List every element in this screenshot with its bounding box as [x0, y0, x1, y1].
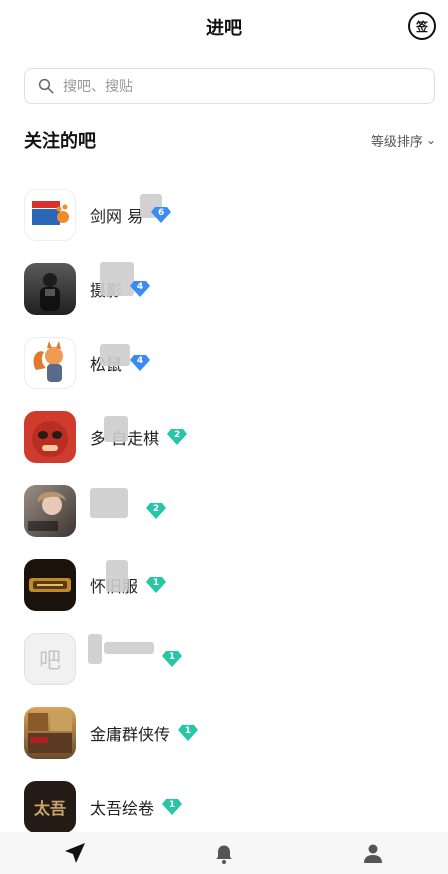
forum-row[interactable]: 怀旧服 1: [0, 548, 448, 622]
forum-name: 剑网 易: [90, 207, 144, 226]
portrait-image-icon: [28, 491, 66, 531]
privacy-blur: [104, 642, 154, 654]
search-placeholder: 搜吧、搜贴: [63, 79, 133, 95]
photographer-image-icon: [40, 273, 60, 311]
forum-row[interactable]: 剑网 易 6: [0, 178, 448, 252]
forum-avatar: 太吾: [24, 781, 76, 833]
privacy-blur: [88, 634, 102, 664]
forum-name: 太吾绘卷: [90, 799, 155, 818]
chevron-down-icon: ⌄: [425, 133, 436, 147]
forum-avatar: [24, 189, 76, 241]
sort-dropdown[interactable]: 等级排序 ⌄: [371, 131, 436, 150]
nav-explore[interactable]: [45, 835, 105, 871]
level-badge: 6: [151, 206, 172, 224]
privacy-blur: [104, 416, 128, 442]
privacy-blur: [106, 560, 128, 592]
nav-notifications[interactable]: [194, 835, 254, 871]
level-badge: 1: [146, 576, 167, 594]
forum-avatar: 吧: [24, 633, 76, 685]
section-title: 关注的吧: [24, 131, 96, 152]
search-icon: [38, 78, 54, 94]
default-avatar-label: 吧: [38, 649, 61, 674]
forum-name: 金庸群侠传: [90, 725, 171, 744]
privacy-blur: [100, 344, 130, 366]
bell-icon: [215, 845, 232, 864]
forum-avatar: [24, 559, 76, 611]
wuxia-collage-icon: [28, 713, 72, 753]
monster-face-icon: [32, 421, 68, 457]
forum-avatar: [24, 707, 76, 759]
sort-label: 等级排序: [370, 134, 423, 150]
squirrel-icon: [33, 341, 63, 382]
followed-forums-header: 关注的吧 等级排序 ⌄: [24, 124, 436, 156]
taiwu-logo-label: 太吾: [33, 799, 66, 818]
forum-avatar: [24, 263, 76, 315]
bottom-navigation: [0, 832, 448, 874]
paw-logo-icon: [32, 201, 69, 225]
privacy-blur: [90, 488, 128, 518]
forum-row[interactable]: 2: [0, 474, 448, 548]
app-root: 进吧 签 搜吧、搜贴 关注的吧 等级排序 ⌄ 剑网 易 6 4 4 多 自走棋 …: [0, 0, 448, 874]
level-badge: 1: [162, 798, 183, 816]
search-input[interactable]: 搜吧、搜贴: [24, 68, 435, 104]
warcraft-logo-icon: [29, 578, 71, 592]
forum-row[interactable]: 金庸群侠传 1: [0, 696, 448, 770]
level-badge: 4: [130, 354, 151, 372]
nav-profile[interactable]: [343, 835, 403, 871]
forum-row[interactable]: 松鼠 4: [0, 326, 448, 400]
forum-avatar: [24, 411, 76, 463]
privacy-blur: [100, 262, 134, 296]
forum-row[interactable]: 摄影 4: [0, 252, 448, 326]
level-badge: 2: [146, 502, 166, 520]
level-badge: 2: [167, 428, 188, 446]
forum-row[interactable]: 多 自走棋 2: [0, 400, 448, 474]
level-badge: 1: [162, 650, 182, 668]
top-header: 进吧 签: [0, 0, 448, 54]
level-badge: 1: [178, 724, 199, 742]
page-title: 进吧: [206, 18, 242, 39]
sign-in-label: 签: [415, 19, 428, 34]
forum-avatar: [24, 485, 76, 537]
forum-list: 剑网 易 6 摄影: [0, 178, 448, 844]
level-badge: 4: [130, 280, 151, 298]
navigate-icon: [64, 843, 85, 863]
sign-in-button[interactable]: 签: [408, 12, 436, 40]
forum-avatar: [24, 337, 76, 389]
forum-row[interactable]: 吧 1: [0, 622, 448, 696]
person-icon: [364, 844, 383, 863]
